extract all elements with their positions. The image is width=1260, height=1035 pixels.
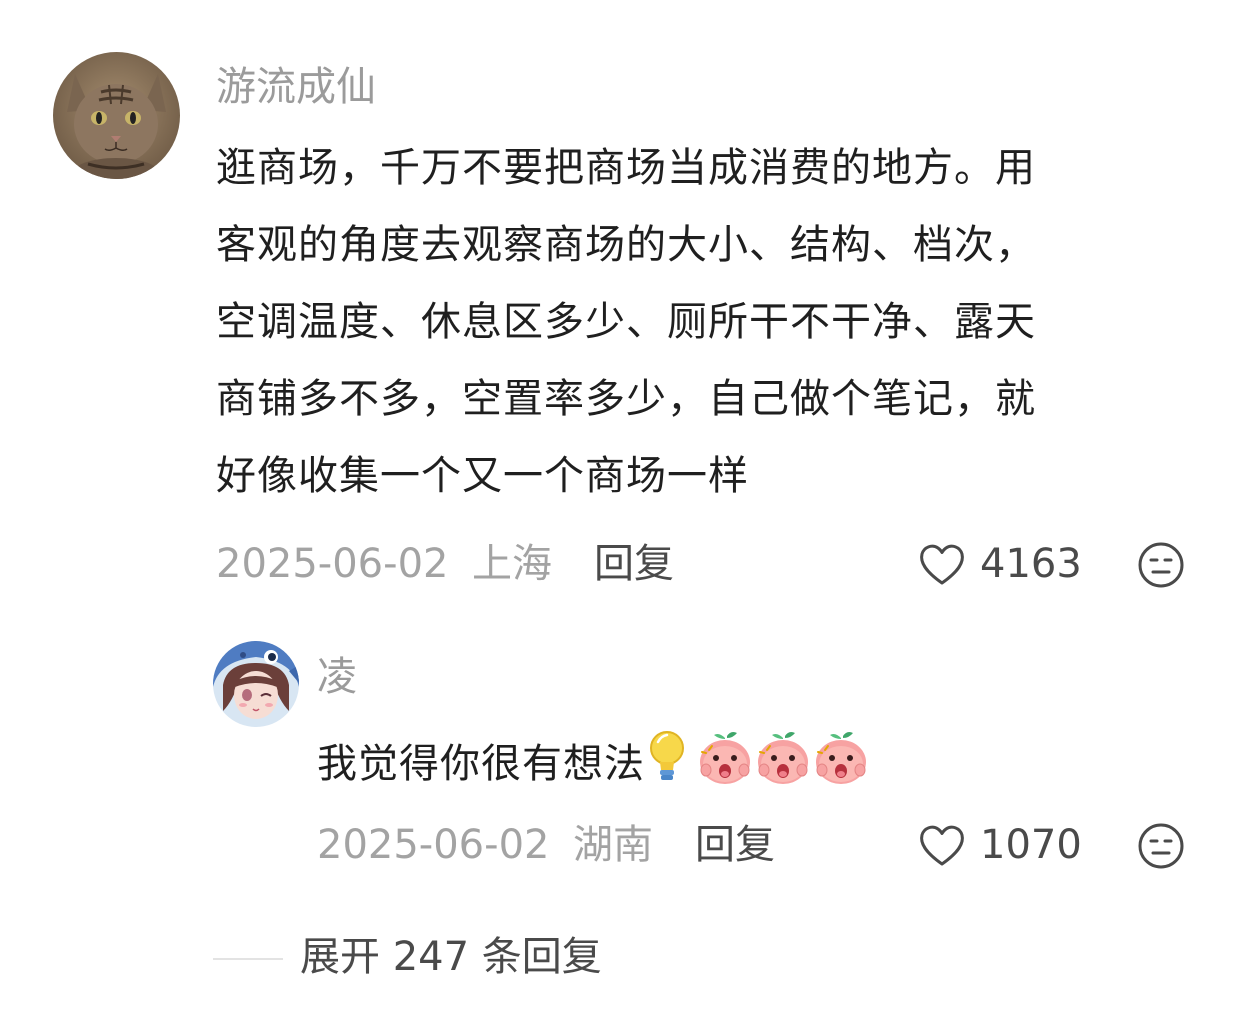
comment-text: 逛商场，千万不要把商场当成消费的地方。用 客观的角度去观察商场的大小、结构、档次… xyxy=(216,130,1206,515)
reply-text: 我觉得你很有想法 xyxy=(317,741,645,787)
reply-like-count: 1070 xyxy=(980,822,1082,868)
peach-shocked-emoji xyxy=(813,730,869,790)
comment-text-line: 客观的角度去观察商场的大小、结构、档次， xyxy=(216,222,1036,268)
expand-replies-button[interactable]: 展开 247 条回复 xyxy=(300,933,602,981)
reply-reply-button[interactable]: 回复 xyxy=(695,821,775,869)
comment-text-line: 逛商场，千万不要把商场当成消费的地方。用 xyxy=(216,145,1036,191)
reply-user-avatar[interactable] xyxy=(213,641,299,727)
expand-divider xyxy=(213,958,283,960)
heart-outline-icon[interactable] xyxy=(917,540,967,590)
comment-text-line: 好像收集一个又一个商场一样 xyxy=(216,453,749,499)
heart-outline-icon[interactable] xyxy=(917,821,967,871)
peach-shocked-emoji xyxy=(697,730,753,790)
like-count: 4163 xyxy=(980,541,1082,587)
lightbulb-emoji xyxy=(645,728,689,792)
dislike-face-icon[interactable] xyxy=(1137,822,1185,870)
comment-text-line: 商铺多不多，空置率多少，自己做个笔记，就 xyxy=(216,376,1036,422)
dislike-face-icon[interactable] xyxy=(1137,541,1185,589)
comment-username[interactable]: 游流成仙 xyxy=(216,63,376,111)
peach-shocked-emoji xyxy=(755,730,811,790)
reply-button[interactable]: 回复 xyxy=(594,540,674,588)
reply-date: 2025-06-02 xyxy=(317,822,550,868)
comment-date: 2025-06-02 xyxy=(216,541,449,587)
cat-avatar-image xyxy=(53,52,180,179)
reply-location: 湖南 xyxy=(573,822,653,868)
reply-username[interactable]: 凌 xyxy=(317,653,357,701)
comment-location: 上海 xyxy=(472,541,552,587)
reply-text-row: 我觉得你很有想法 xyxy=(317,728,869,792)
comment-text-line: 空调温度、休息区多少、厕所干不干净、露天 xyxy=(216,299,1036,345)
anime-girl-avatar-image xyxy=(213,641,299,727)
user-avatar[interactable] xyxy=(53,52,180,179)
